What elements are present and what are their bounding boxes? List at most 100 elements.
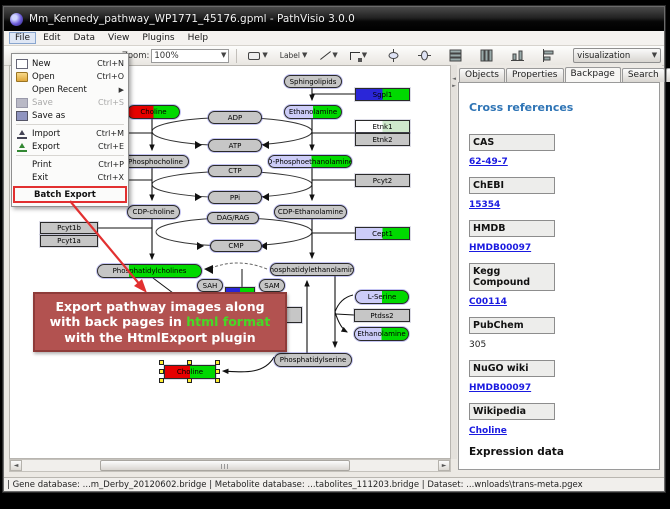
tab-backpage[interactable]: Backpage: [565, 67, 621, 83]
stack-vertical-button[interactable]: [445, 47, 466, 64]
menu-item-open-recent[interactable]: Open Recent▶: [13, 83, 127, 96]
node-choline-selected[interactable]: Choline: [164, 365, 216, 379]
align-bottom-button[interactable]: [507, 47, 528, 64]
node-cmp[interactable]: CMP: [210, 240, 262, 252]
gene-box-cept1[interactable]: Cept1: [355, 227, 410, 240]
node-phosphatidylethanolamine[interactable]: Phosphatidylethanolamine: [270, 263, 354, 276]
node-ethanolamine-top[interactable]: Ethanolamine: [284, 105, 342, 119]
crossref-link[interactable]: HMDB00097: [469, 243, 659, 253]
crossref-database-name: NuGO wiki: [469, 360, 555, 377]
collapse-right-icon[interactable]: ►: [452, 84, 456, 89]
menu-item-open[interactable]: OpenCtrl+O: [13, 70, 127, 83]
selection-handle[interactable]: [187, 378, 192, 383]
menu-item-export[interactable]: ExportCtrl+E: [13, 140, 127, 153]
node-phosphocholine[interactable]: Phosphocholine: [122, 155, 189, 168]
crossref-link[interactable]: HMDB00097: [469, 383, 659, 393]
align-vertical-center-button[interactable]: [383, 47, 404, 64]
crossref-section-cas: CAS62-49-7: [469, 134, 659, 167]
crossref-database-name: Wikipedia: [469, 403, 555, 420]
stack-horizontal-button[interactable]: [476, 47, 497, 64]
crossref-link[interactable]: C00114: [469, 297, 659, 307]
menu-shortcut: Ctrl+N: [97, 59, 124, 68]
node-cdp-choline[interactable]: CDP-choline: [127, 205, 180, 219]
node-ethanolamine-bottom[interactable]: Ethanolamine: [354, 327, 409, 341]
node-ppi[interactable]: PPi: [208, 191, 262, 204]
node-choline-top[interactable]: Choline: [127, 105, 180, 119]
node-ctp[interactable]: CTP: [208, 165, 262, 177]
line-tool-button[interactable]: ▼: [315, 48, 341, 63]
menu-view[interactable]: View: [102, 32, 135, 44]
label-tool-button[interactable]: Label ▼: [276, 49, 312, 62]
node-phosphatidylcholines[interactable]: Phosphatidylcholines: [97, 264, 202, 278]
zoom-combobox[interactable]: 100% ▼: [151, 49, 229, 63]
menu-help[interactable]: Help: [182, 32, 215, 44]
node-sah[interactable]: SAH: [197, 279, 223, 292]
menu-item-save[interactable]: SaveCtrl+S: [13, 96, 127, 109]
gene-box-sgpl1[interactable]: Sgpl1: [355, 88, 410, 101]
menu-item-exit[interactable]: ExitCtrl+X: [13, 171, 127, 184]
menu-shortcut: Ctrl+X: [98, 173, 124, 182]
node-phosphatidylserine[interactable]: Phosphatidylserine: [274, 353, 352, 367]
status-text: | Gene database: ...m_Derby_20120602.bri…: [7, 480, 583, 490]
node-dag-rag[interactable]: DAG/RAG: [207, 212, 259, 224]
node-cdp-ethanolamine[interactable]: CDP-Ethanolamine: [274, 205, 347, 219]
visualization-combobox[interactable]: visualization ▼: [573, 48, 661, 63]
gene-box-etnk1[interactable]: Etnk1: [355, 120, 410, 133]
crossref-link[interactable]: 62-49-7: [469, 157, 659, 167]
align-left-button[interactable]: [538, 47, 559, 64]
chevron-down-icon: ▼: [302, 52, 307, 59]
stack-vertical-icon: [449, 49, 462, 62]
node-atp[interactable]: ATP: [208, 139, 262, 152]
tab-objects[interactable]: Objects: [459, 68, 505, 82]
menu-data[interactable]: Data: [68, 32, 102, 44]
scroll-right-icon[interactable]: ►: [438, 460, 450, 471]
selection-handle[interactable]: [215, 360, 220, 365]
scroll-left-icon[interactable]: ◄: [10, 460, 22, 471]
horizontal-scrollbar[interactable]: ◄ ►: [9, 459, 451, 472]
gene-box-etnk2[interactable]: Etnk2: [355, 133, 410, 146]
title-bar[interactable]: Mm_Kennedy_pathway_WP1771_45176.gpml - P…: [4, 7, 664, 31]
tab-properties[interactable]: Properties: [506, 68, 563, 82]
menu-item-save-as[interactable]: Save as: [13, 109, 127, 122]
datanode-tool-button[interactable]: ▼: [244, 50, 271, 62]
selection-handle[interactable]: [159, 360, 164, 365]
node-adp[interactable]: ADP: [208, 111, 262, 124]
node-sam[interactable]: SAM: [259, 279, 285, 292]
gene-box-pisd[interactable]: [285, 307, 302, 323]
node-l-serine[interactable]: L-Serine: [355, 290, 409, 304]
menu-item-batch-export[interactable]: Batch Export: [13, 186, 127, 203]
menu-plugins[interactable]: Plugins: [136, 32, 180, 44]
collapse-left-icon[interactable]: ◄: [452, 77, 456, 82]
menu-item-new[interactable]: NewCtrl+N: [13, 57, 127, 70]
align-horizontal-center-icon: [418, 49, 431, 62]
crossref-link[interactable]: 15354: [469, 200, 659, 210]
chevron-down-icon: ▼: [362, 52, 367, 59]
node-o-phosphoethanolamine[interactable]: O-Phosphoethanolamine: [268, 155, 352, 168]
align-horizontal-center-button[interactable]: [414, 47, 435, 64]
tab-search[interactable]: Search: [622, 68, 665, 82]
stack-horizontal-icon: [480, 49, 493, 62]
menu-shortcut: Ctrl+P: [98, 160, 124, 169]
menu-file[interactable]: File: [9, 32, 36, 44]
selection-handle[interactable]: [159, 369, 164, 374]
crossref-link[interactable]: Choline: [469, 426, 659, 436]
expression-data-heading: Expression data: [469, 446, 659, 458]
tab-legend[interactable]: Legend: [666, 68, 670, 82]
connector-tool-button[interactable]: ▼: [346, 50, 371, 62]
backpage-panel[interactable]: Cross references CAS62-49-7ChEBI15354HMD…: [458, 82, 660, 470]
selection-handle[interactable]: [159, 378, 164, 383]
node-sphingolipids[interactable]: Sphingolipids: [284, 75, 342, 88]
menu-item-print[interactable]: PrintCtrl+P: [13, 158, 127, 171]
scrollbar-thumb[interactable]: [100, 460, 350, 471]
menu-edit[interactable]: Edit: [37, 32, 66, 44]
gene-box-pcyt1b[interactable]: Pcyt1b: [40, 222, 98, 234]
selection-handle[interactable]: [187, 360, 192, 365]
pathvisio-window: Mm_Kennedy_pathway_WP1771_45176.gpml - P…: [3, 6, 665, 492]
gene-box-pcyt1a[interactable]: Pcyt1a: [40, 235, 98, 247]
selection-handle[interactable]: [215, 369, 220, 374]
menu-item-import[interactable]: ImportCtrl+M: [13, 127, 127, 140]
gene-box-pcyt2[interactable]: Pcyt2: [355, 174, 410, 187]
gene-box-ptdss2[interactable]: Ptdss2: [354, 309, 410, 322]
crossref-value: 305: [469, 340, 659, 350]
selection-handle[interactable]: [215, 378, 220, 383]
